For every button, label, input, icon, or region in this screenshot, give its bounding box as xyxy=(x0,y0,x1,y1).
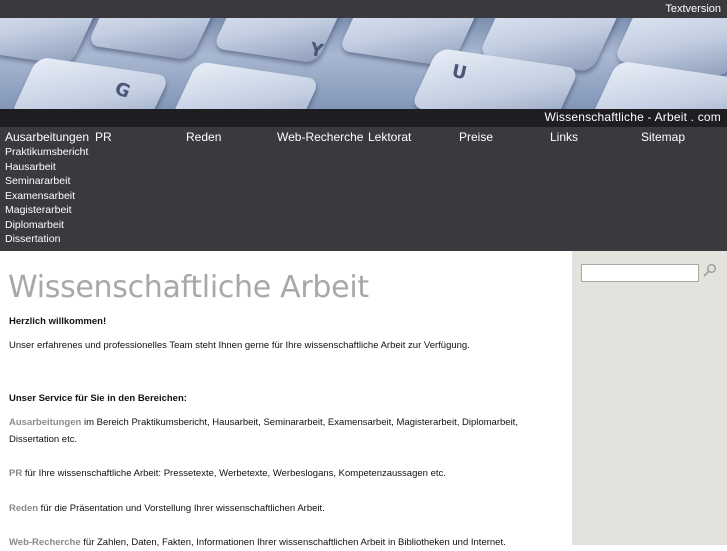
top-bar: Textversion xyxy=(0,0,727,18)
nav-item-preise[interactable]: Preise xyxy=(459,130,493,144)
service-link-ausarbeitungen[interactable]: Ausarbeitungen xyxy=(9,417,81,428)
nav-subitem-dissertation[interactable]: Dissertation xyxy=(5,233,60,245)
nav-item-lektorat[interactable]: Lektorat xyxy=(368,130,411,144)
main-navigation: Ausarbeitungen PR Reden Web-Recherche Le… xyxy=(0,127,727,251)
main-content: Wissenschaftliche Arbeit Herzlich willko… xyxy=(0,251,572,548)
site-title: Wissenschaftliche - Arbeit . com xyxy=(544,110,721,124)
nav-subitem-seminararbeit[interactable]: Seminararbeit xyxy=(5,175,70,187)
nav-item-reden[interactable]: Reden xyxy=(186,130,221,144)
nav-subitem-diplomarbeit[interactable]: Diplomarbeit xyxy=(5,219,64,231)
welcome-heading: Herzlich willkommen! xyxy=(9,316,107,327)
page-title: Wissenschaftliche Arbeit xyxy=(8,270,369,305)
service-text: für Ihre wissenschaftliche Arbeit: Press… xyxy=(22,468,446,479)
nav-subitem-magisterarbeit[interactable]: Magisterarbeit xyxy=(5,204,72,216)
nav-item-ausarbeitungen[interactable]: Ausarbeitungen xyxy=(5,130,89,144)
nav-item-links[interactable]: Links xyxy=(550,130,578,144)
service-paragraph: Reden für die Präsentation und Vorstellu… xyxy=(9,500,554,517)
banner-key xyxy=(10,56,170,109)
service-link-web-recherche[interactable]: Web-Recherche xyxy=(9,537,81,548)
intro-text: Unser erfahrenes und professionelles Tea… xyxy=(9,340,470,351)
nav-subitem-hausarbeit[interactable]: Hausarbeit xyxy=(5,161,56,173)
key-letter: Y xyxy=(307,38,326,63)
service-link-reden[interactable]: Reden xyxy=(9,503,38,514)
sidebar xyxy=(572,251,727,545)
service-paragraph: PR für Ihre wissenschaftliche Arbeit: Pr… xyxy=(9,465,554,482)
nav-item-pr[interactable]: PR xyxy=(95,130,112,144)
service-paragraph: Web-Recherche für Zahlen, Daten, Fakten,… xyxy=(9,534,554,551)
service-text: für die Präsentation und Vorstellung Ihr… xyxy=(38,503,325,514)
service-text: für Zahlen, Daten, Fakten, Informationen… xyxy=(80,537,506,548)
search-input[interactable] xyxy=(581,264,699,282)
textversion-link[interactable]: Textversion xyxy=(665,3,721,15)
service-link-pr[interactable]: PR xyxy=(9,468,22,479)
nav-item-web-recherche[interactable]: Web-Recherche xyxy=(277,130,363,144)
nav-item-sitemap[interactable]: Sitemap xyxy=(641,130,685,144)
service-paragraph: Ausarbeitungen im Bereich Praktikumsberi… xyxy=(9,414,554,448)
nav-subitem-praktikumsbericht[interactable]: Praktikumsbericht xyxy=(5,146,88,158)
banner-key xyxy=(169,61,321,109)
keyboard-banner: Y U G xyxy=(0,18,727,109)
banner-key xyxy=(212,18,348,64)
search-icon[interactable] xyxy=(703,263,719,279)
banner-key xyxy=(86,18,224,61)
service-text: im Bereich Praktikumsbericht, Hausarbeit… xyxy=(9,417,518,445)
nav-subitem-examensarbeit[interactable]: Examensarbeit xyxy=(5,190,75,202)
service-heading: Unser Service für Sie in den Bereichen: xyxy=(9,393,187,404)
site-title-bar: Wissenschaftliche - Arbeit . com xyxy=(0,109,727,127)
